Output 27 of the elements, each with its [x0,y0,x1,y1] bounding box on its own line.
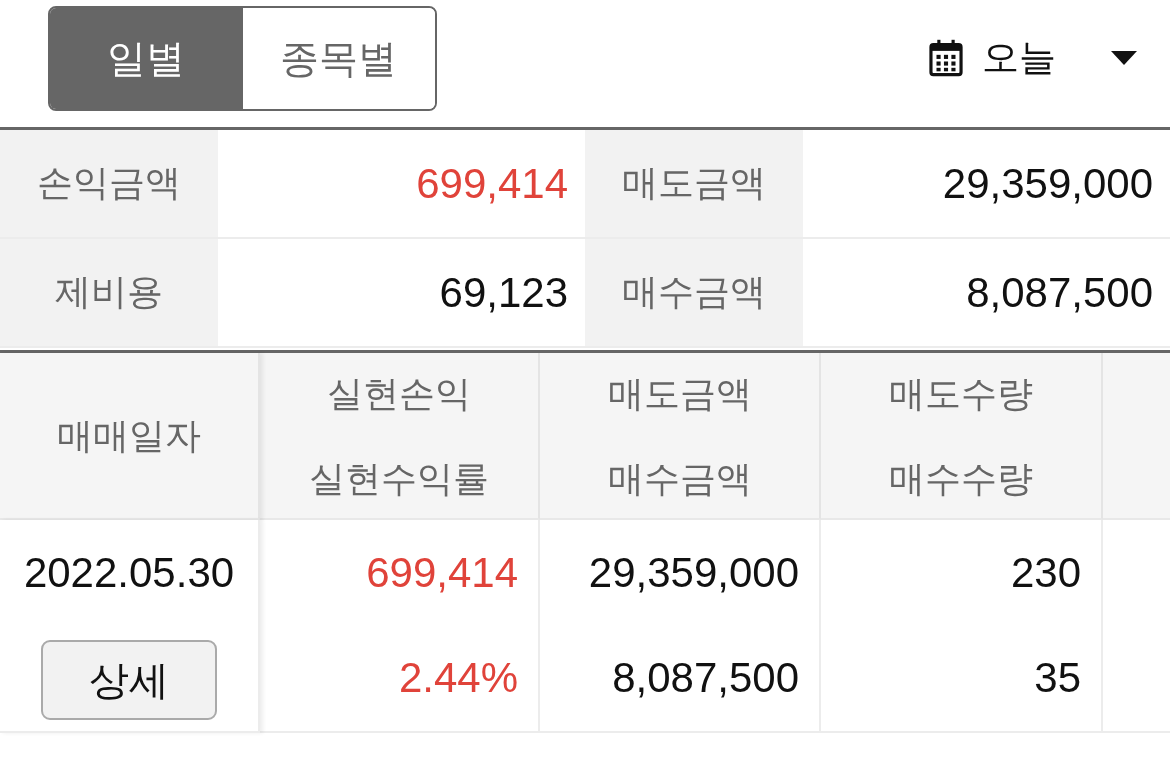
realized-return: 2.44% [398,653,518,704]
view-tab[interactable]: 일별 [50,8,243,109]
summary-value: 69,123 [218,239,585,346]
period-dropdown[interactable]: 오늘 [927,32,1137,83]
column-header: 매수금액 [607,456,752,501]
column-header: 매도수량 [889,371,1033,416]
summary-label: 제비용 [0,239,218,346]
realized-profit: 699,414 [366,547,518,598]
summary-label: 손익금액 [0,130,218,237]
column-header: 실현수익률 [309,456,489,501]
column-header: 매도금액 [607,371,752,416]
calendar-icon [927,38,965,77]
summary-value: 699,414 [218,130,585,237]
sell-quantity: 230 [1010,547,1081,598]
sell-amount: 29,359,000 [588,547,799,598]
summary-label: 매도금액 [585,130,803,237]
summary-value: 29,359,000 [803,130,1170,237]
buy-amount: 8,087,500 [612,653,799,704]
trade-date: 2022.05.30 [23,547,235,598]
column-header: 매매일자 [57,414,201,458]
detail-button[interactable]: 상세 [41,640,217,721]
buy-quantity: 35 [1034,653,1081,704]
summary-value: 8,087,500 [803,239,1170,346]
column-header: 매수수량 [889,456,1033,501]
column-header: 실현손익 [327,371,471,416]
caret-icon [1111,50,1137,65]
summary-label: 매수금액 [585,239,803,346]
